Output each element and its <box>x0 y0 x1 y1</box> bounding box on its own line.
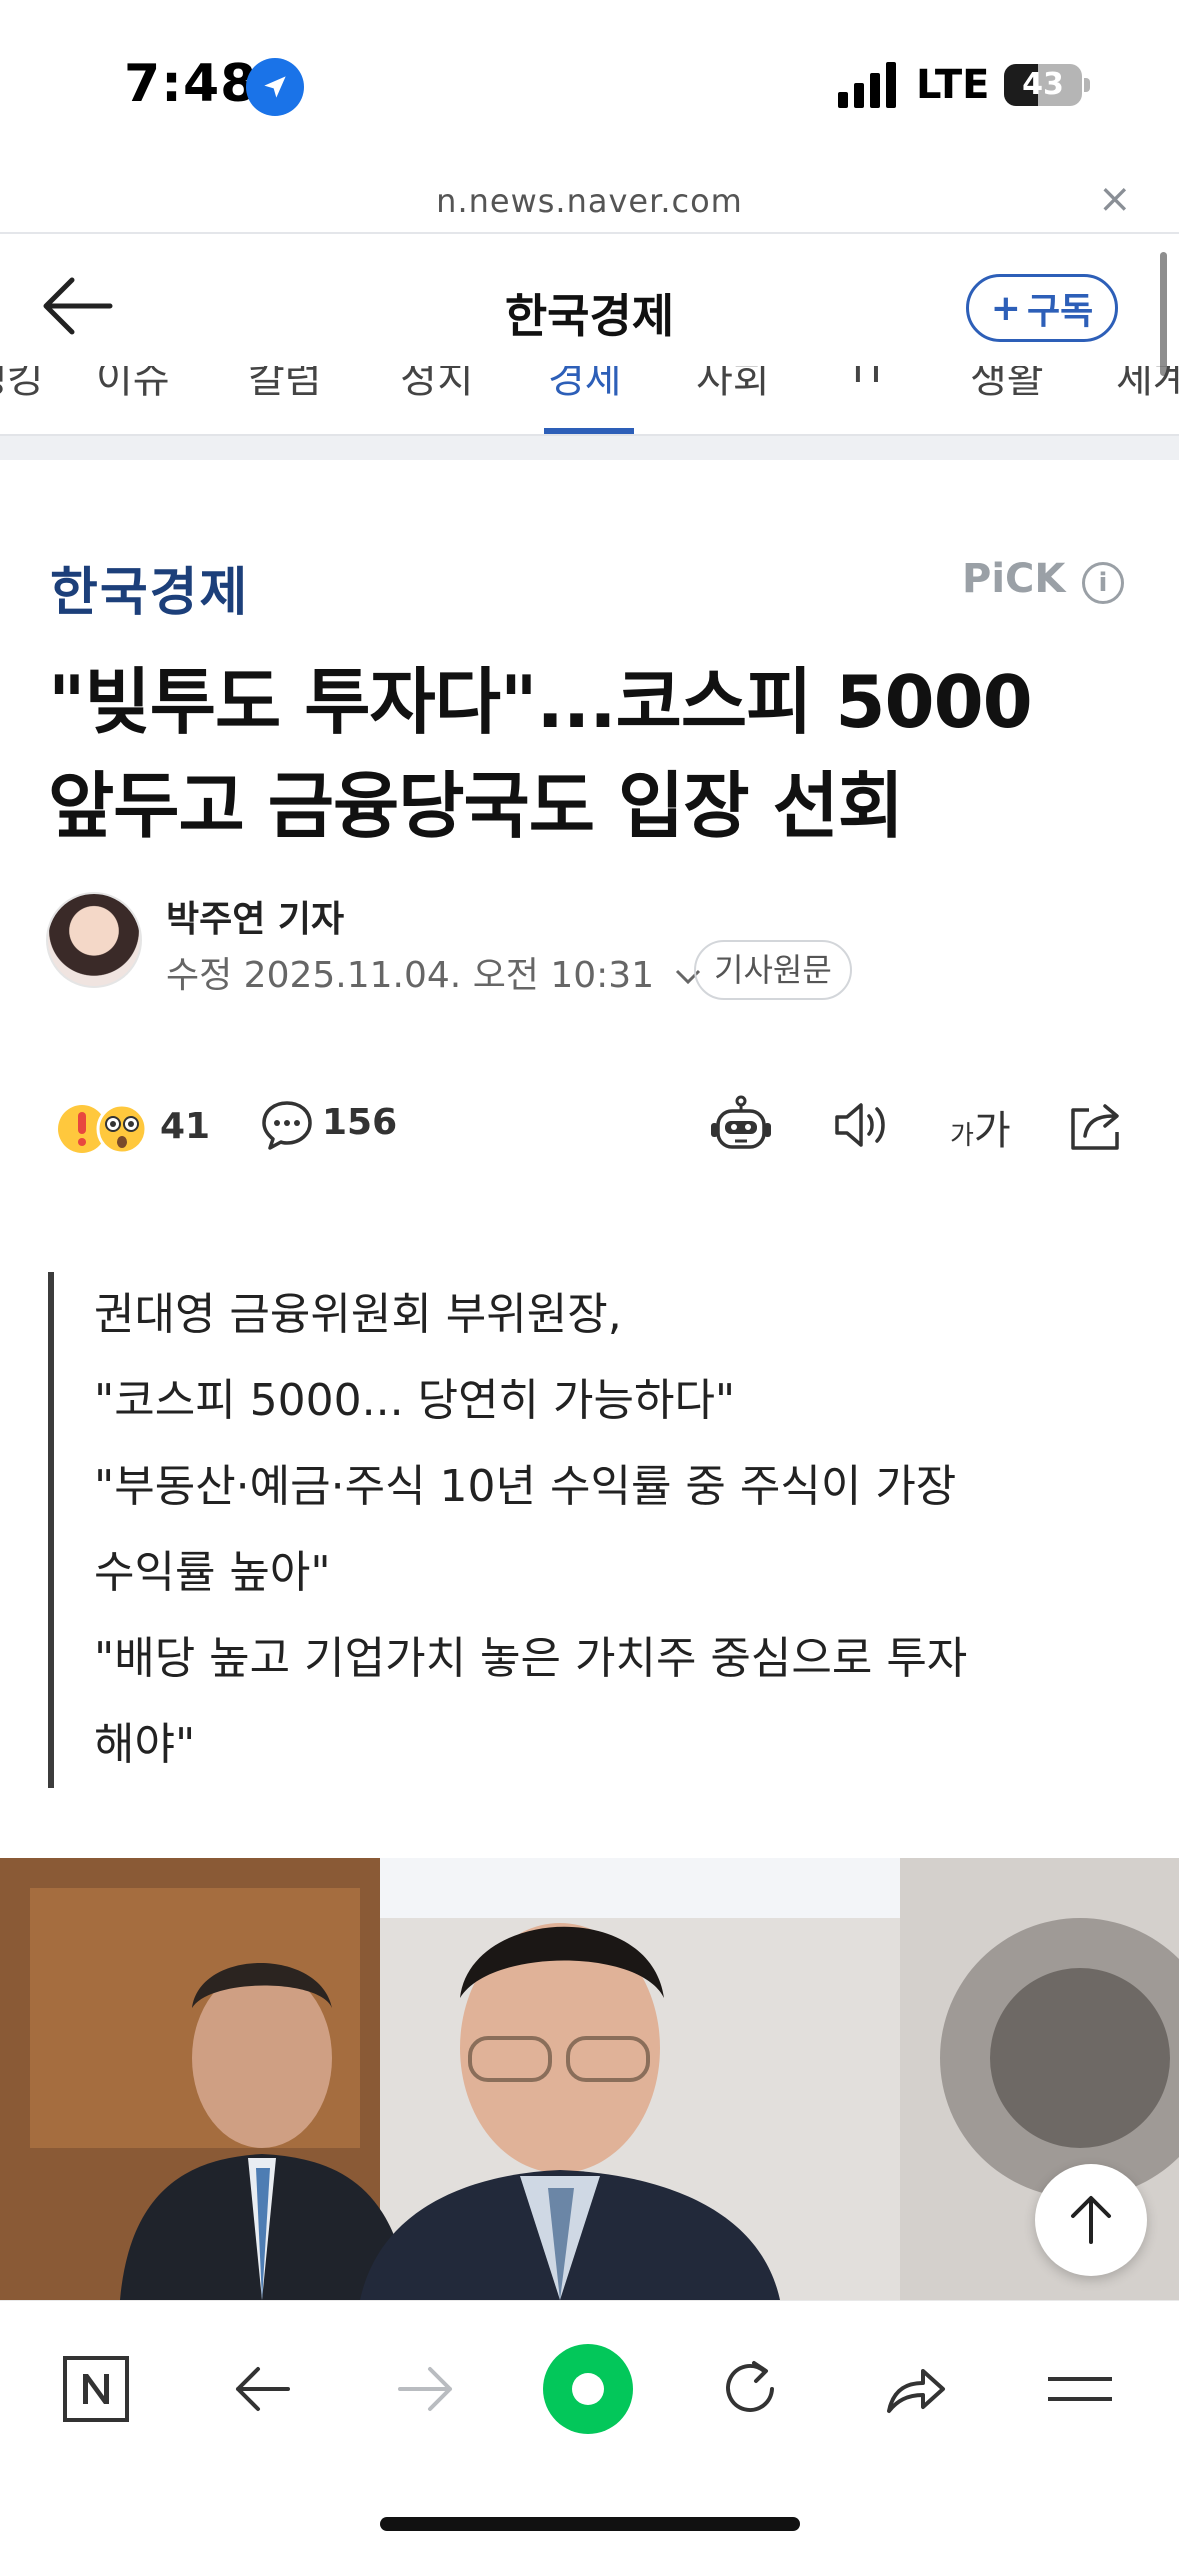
network-type: LTE <box>916 62 990 108</box>
summary-line: "코스피 5000... 당연히 가능하다" <box>94 1375 736 1426</box>
close-icon[interactable]: × <box>1098 176 1132 222</box>
tab-category-active[interactable]: 경제 <box>548 366 622 404</box>
press-header: 한국경제 + 구독 <box>0 236 1179 366</box>
tab-category[interactable]: IT <box>852 366 888 392</box>
tab-category[interactable]: 세계 <box>1116 366 1179 404</box>
summary-line: "배당 높고 기업가치 놓은 가치주 중심으로 투자 <box>94 1633 968 1684</box>
photo-illustration <box>0 1858 1179 2300</box>
subscribe-label: 구독 <box>1026 291 1094 332</box>
tab-category[interactable]: 랭킹 <box>0 366 44 404</box>
battery-icon: 43 <box>1004 64 1082 106</box>
left-arrow-icon <box>236 2367 290 2411</box>
pick-badge: PiCK <box>962 556 1066 602</box>
reporter-avatar[interactable] <box>46 892 142 988</box>
category-tabs: 랭킹 이슈 칼럼 정치 경제 사회 IT 생활 세계 <box>0 366 1179 436</box>
tab-category[interactable]: 생활 <box>970 366 1044 404</box>
green-dot-icon <box>543 2344 633 2434</box>
section-divider <box>0 436 1179 460</box>
status-bar: 7:48 LTE 43 <box>0 0 1179 170</box>
status-time: 7:48 <box>124 54 258 114</box>
article-headline: "빚투도 투자다"...코스피 5000 앞두고 금융당국도 입장 선회 <box>48 650 1148 858</box>
naver-home-button[interactable] <box>46 2339 146 2439</box>
tab-category[interactable]: 정치 <box>400 366 474 404</box>
plus-icon: + <box>990 287 1021 329</box>
up-arrow-icon <box>1071 2196 1111 2244</box>
font-small-label: 가 <box>950 1121 974 1151</box>
speaker-icon[interactable] <box>826 1092 896 1158</box>
browser-toolbar <box>0 2300 1179 2556</box>
location-arrow-icon <box>246 58 304 116</box>
refresh-button[interactable] <box>700 2339 800 2439</box>
original-article-button[interactable]: 기사원문 <box>694 940 852 1000</box>
tab-category[interactable]: 칼럼 <box>248 366 322 404</box>
scrollbar[interactable] <box>1160 252 1167 376</box>
reaction-emoji-icon[interactable] <box>56 1098 150 1160</box>
headline-line-1: "빚투도 투자다"...코스피 5000 <box>48 660 1033 744</box>
url-bar[interactable]: n.news.naver.com × <box>0 170 1179 234</box>
summary-line: 해야" <box>94 1719 196 1770</box>
share-icon[interactable] <box>1062 1092 1132 1158</box>
forward-button[interactable] <box>376 2339 476 2439</box>
naver-green-dot-button[interactable] <box>538 2339 638 2439</box>
summary-line: "부동산·예금·주식 10년 수익률 중 주식이 가장 <box>94 1461 957 1512</box>
date-text: 수정 2025.11.04. 오전 10:31 <box>166 955 655 996</box>
url-text[interactable]: n.news.naver.com <box>0 182 1179 220</box>
reaction-count: 41 <box>160 1106 211 1147</box>
menu-icon <box>1048 2377 1112 2401</box>
speech-bubble-icon[interactable] <box>260 1098 314 1152</box>
info-icon[interactable]: i <box>1082 562 1124 604</box>
share-arrow-icon <box>887 2369 945 2413</box>
cellular-signal-icon <box>838 62 896 108</box>
back-button[interactable] <box>212 2339 312 2439</box>
summary-line: 권대영 금융위원회 부위원장, <box>94 1289 622 1340</box>
share-button[interactable] <box>866 2339 966 2439</box>
reporter-name[interactable]: 박주연 기자 <box>166 890 344 942</box>
scroll-to-top-button[interactable] <box>1035 2164 1147 2276</box>
tab-category[interactable]: 이슈 <box>96 366 170 404</box>
article-summary: 권대영 금융위원회 부위원장, "코스피 5000... 당연히 가능하다" "… <box>48 1272 1128 1788</box>
article-photo[interactable] <box>0 1858 1179 2300</box>
naver-n-icon <box>63 2356 129 2422</box>
comment-count: 156 <box>322 1102 398 1143</box>
battery-cap <box>1084 78 1090 92</box>
robot-icon[interactable] <box>706 1092 776 1158</box>
font-big-label: 가 <box>973 1108 1011 1154</box>
font-size-button[interactable]: 가가 <box>950 1098 1011 1156</box>
refresh-icon <box>726 2361 774 2412</box>
menu-button[interactable] <box>1030 2339 1130 2439</box>
press-logo[interactable]: 한국경제 <box>50 550 249 625</box>
battery-level: 43 <box>1022 67 1064 102</box>
headline-line-2: 앞두고 금융당국도 입장 선회 <box>48 764 904 848</box>
active-tab-underline <box>544 428 634 434</box>
subscribe-button[interactable]: + 구독 <box>966 274 1118 342</box>
article-date[interactable]: 수정 2025.11.04. 오전 10:31 <box>166 946 702 998</box>
summary-line: 수익률 높아" <box>94 1547 331 1598</box>
tab-category[interactable]: 사회 <box>696 366 770 404</box>
right-arrow-icon <box>398 2367 452 2411</box>
home-indicator[interactable] <box>380 2517 800 2531</box>
